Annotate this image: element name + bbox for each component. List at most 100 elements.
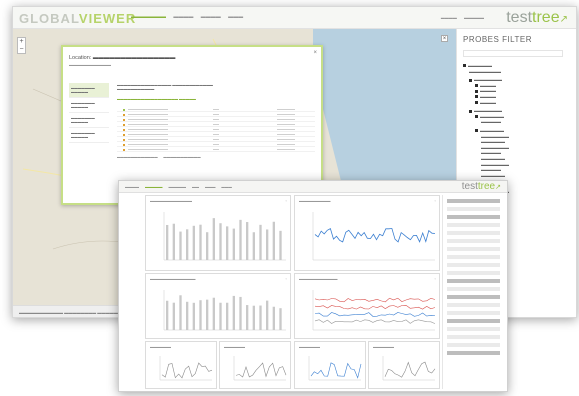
nav-item[interactable]: ▬▬▬▬▬: [168, 185, 186, 189]
filter-row[interactable]: [447, 247, 500, 251]
nav-item[interactable]: ▬▬▬▬: [173, 14, 193, 20]
status-swatch: [123, 143, 125, 146]
bar: [232, 295, 235, 330]
bar: [192, 302, 195, 330]
popup-close-button[interactable]: ×: [313, 50, 317, 56]
bar: [219, 302, 222, 330]
bar: [192, 225, 195, 260]
nav-item[interactable]: ▬▬▬: [205, 185, 216, 189]
checkbox-icon[interactable]: [475, 101, 478, 104]
probe-list-item[interactable]: ▬▬▬▬▬▬▬ ▬▬▬▬▬: [69, 113, 109, 128]
tree-node[interactable]: ▬▬▬▬▬: [463, 119, 570, 125]
status-swatch: [123, 108, 125, 111]
nav-item[interactable]: ▬▬▬: [228, 14, 243, 20]
filter-row[interactable]: [447, 351, 500, 355]
bar: [219, 223, 222, 260]
checkbox-icon[interactable]: [475, 115, 478, 119]
bar: [206, 232, 209, 260]
map-close-button[interactable]: ×: [441, 35, 448, 42]
zoom-control: + −: [17, 37, 26, 54]
details-subheader: ▬▬▬▬▬▬▬▬▬▬▬▬▬▬▬▬▬▬ ▬▬▬▬▬: [117, 97, 196, 101]
zoom-out-button[interactable]: −: [18, 46, 25, 54]
header-link[interactable]: ▬▬▬▬: [441, 15, 457, 20]
bar: [166, 300, 169, 330]
status-swatch: [123, 128, 125, 131]
panel-close-icon[interactable]: ▫: [435, 276, 436, 281]
bar: [252, 232, 255, 260]
bar: [246, 222, 249, 260]
bar: [259, 224, 262, 260]
line-chart: [312, 212, 436, 261]
filter-row[interactable]: [447, 207, 500, 211]
panel-close-icon[interactable]: ▫: [286, 198, 287, 203]
probe-list-item[interactable]: ▬▬▬▬▬▬▬ ▬▬▬▬▬: [69, 128, 109, 143]
filter-row[interactable]: [447, 223, 500, 227]
status-swatch: [123, 138, 125, 141]
checkbox-icon[interactable]: [463, 64, 466, 68]
dashboard-header: ▬▬▬▬ ▬▬▬▬▬ ▬▬▬▬▬ ▬▬ ▬▬▬ ▬▬▬ testtree↗: [119, 181, 507, 193]
chart-panel: ▬▬▬▬▬▬: [219, 341, 291, 389]
filter-row[interactable]: [447, 263, 500, 267]
nav-item[interactable]: ▬▬▬▬▬: [145, 185, 163, 189]
nav-item[interactable]: ▬▬▬: [221, 185, 232, 189]
probe-list-item[interactable]: ▬▬▬▬▬▬▬ ▬▬▬▬▬: [69, 98, 109, 113]
bar: [259, 305, 262, 330]
bar: [279, 308, 282, 330]
filter-row[interactable]: [447, 239, 500, 243]
chart-panel: ▬▬▬▬▬▬▬▬▬▬▬▬▬ ▫: [145, 273, 291, 339]
main-nav: ▬▬▬▬▬▬▬ ▬▬▬▬ ▬▬▬▬ ▬▬▬: [131, 14, 249, 20]
panel-title: ▬▬▬▬▬▬▬▬▬▬▬▬: [150, 199, 192, 203]
bar: [252, 305, 255, 330]
popup-header: Location: ▬▬▬▬▬▬▬▬▬▬▬▬▬▬▬ ▬▬▬▬▬▬▬▬▬▬▬▬: [69, 55, 176, 67]
filter-row[interactable]: [447, 343, 500, 347]
nav-item[interactable]: ▬▬▬▬: [125, 185, 139, 189]
bar-chart: [163, 212, 286, 261]
chart-panel: ▬▬▬▬▬▬: [145, 341, 217, 389]
bar: [272, 221, 275, 260]
nav-item[interactable]: ▬▬▬▬: [201, 14, 221, 20]
filter-row[interactable]: [447, 215, 500, 219]
filter-row[interactable]: [447, 295, 500, 299]
filter-row[interactable]: [447, 287, 500, 291]
filter-row[interactable]: [447, 255, 500, 259]
filter-row[interactable]: [447, 311, 500, 315]
probe-list-item[interactable]: ▬▬▬▬▬▬▬ ▬▬▬▬▬: [69, 83, 109, 98]
checkbox-icon[interactable]: [475, 95, 478, 99]
zoom-in-button[interactable]: +: [18, 38, 25, 46]
panel-close-icon[interactable]: ▫: [286, 276, 287, 281]
filter-row[interactable]: [447, 279, 500, 283]
bar: [226, 226, 229, 260]
bar: [226, 302, 229, 330]
series-line: [314, 297, 436, 303]
filter-row[interactable]: [447, 335, 500, 339]
filter-row[interactable]: [447, 303, 500, 307]
popup-probe-list: ▬▬▬▬▬▬▬ ▬▬▬▬▬ ▬▬▬▬▬▬▬ ▬▬▬▬▬ ▬▬▬▬▬▬▬ ▬▬▬▬▬ ▬…: [69, 83, 109, 143]
nav-item[interactable]: ▬▬▬▬▬▬▬: [131, 14, 166, 20]
nav-item[interactable]: ▬▬: [192, 185, 199, 189]
probes-search-input[interactable]: [463, 50, 563, 57]
panel-close-icon[interactable]: ▫: [435, 198, 436, 203]
header-link[interactable]: ▬▬▬▬▬: [464, 15, 484, 20]
checkbox-icon[interactable]: [469, 109, 472, 113]
checkbox-icon[interactable]: [475, 129, 478, 133]
bar: [246, 305, 249, 330]
app-logo[interactable]: GLOBALVIEWER: [19, 11, 136, 26]
filter-row[interactable]: [447, 199, 500, 203]
status-swatch: [123, 133, 125, 136]
bar: [186, 301, 189, 330]
filter-row[interactable]: [447, 231, 500, 235]
filter-row[interactable]: [447, 327, 500, 331]
checkbox-icon[interactable]: [475, 89, 478, 93]
series-line: [310, 362, 362, 379]
multi-line-chart: [312, 290, 436, 331]
checkbox-icon[interactable]: [475, 84, 478, 88]
tree-node[interactable]: ▬▬▬▬▬▬▬▬: [463, 69, 570, 75]
bar: [266, 300, 269, 330]
tree-node[interactable]: ▬▬▬▬: [463, 100, 570, 106]
filter-row[interactable]: [447, 271, 500, 275]
status-swatch: [123, 148, 125, 151]
bar: [239, 296, 242, 330]
checkbox-icon[interactable]: [469, 78, 472, 82]
filter-row[interactable]: [447, 319, 500, 323]
bar: [172, 223, 175, 260]
